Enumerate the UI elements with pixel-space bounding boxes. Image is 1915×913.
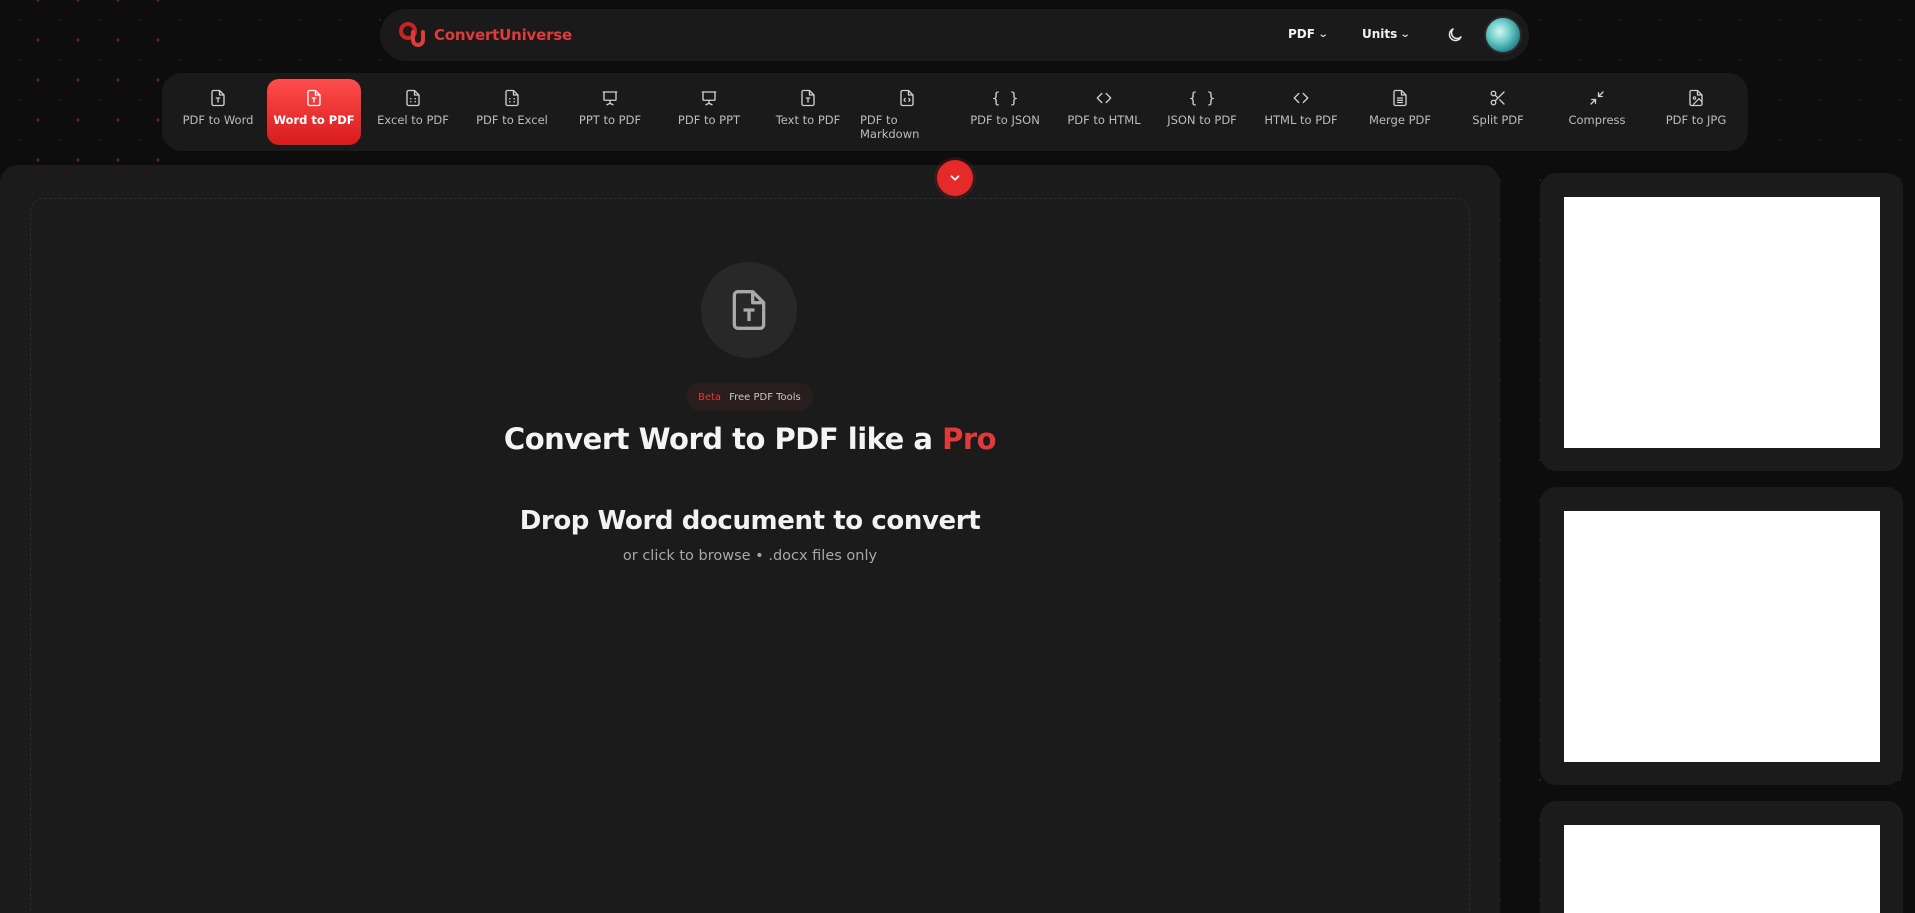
tool-label: PDF to HTML bbox=[1067, 113, 1141, 127]
units-menu-label: Units bbox=[1362, 27, 1398, 41]
code-icon bbox=[1293, 92, 1309, 104]
tool-excel-to-pdf[interactable]: Excel to PDF bbox=[366, 79, 460, 145]
preview-page[interactable] bbox=[1564, 825, 1880, 913]
headline-main: Convert Word to PDF like a bbox=[503, 422, 943, 456]
spreadsheet-icon bbox=[505, 89, 519, 107]
moon-icon[interactable] bbox=[1446, 26, 1464, 44]
tool-label: Merge PDF bbox=[1369, 113, 1431, 127]
tool-compress[interactable]: Compress bbox=[1550, 79, 1644, 145]
tool-label: JSON to PDF bbox=[1167, 113, 1237, 127]
tool-label: HTML to PDF bbox=[1264, 113, 1338, 127]
file-text-icon bbox=[307, 89, 321, 107]
collapse-button[interactable] bbox=[937, 160, 973, 196]
tool-pdf-to-jpg[interactable]: PDF to JPG bbox=[1649, 79, 1743, 145]
tool-label: Excel to PDF bbox=[377, 113, 449, 127]
tool-label: PDF to JPG bbox=[1665, 113, 1727, 127]
file-text-icon bbox=[801, 89, 815, 107]
tool-pdf-to-word[interactable]: PDF to Word bbox=[171, 79, 265, 145]
scissors-icon bbox=[1490, 90, 1505, 106]
braces-icon: { } bbox=[1188, 89, 1216, 107]
tool-label: PDF to Excel bbox=[476, 113, 548, 127]
tool-label: PDF to Markdown bbox=[860, 113, 920, 141]
tool-html-to-pdf[interactable]: HTML to PDF bbox=[1254, 79, 1348, 145]
preview-page[interactable] bbox=[1564, 197, 1880, 448]
tool-pdf-to-excel[interactable]: PDF to Excel bbox=[465, 79, 559, 145]
avatar[interactable] bbox=[1484, 16, 1522, 54]
file-text-icon bbox=[732, 290, 766, 330]
tool-split-pdf[interactable]: Split PDF bbox=[1451, 79, 1545, 145]
code-icon bbox=[1096, 92, 1112, 104]
tool-label: PDF to JSON bbox=[970, 113, 1040, 127]
tool-label: PPT to PDF bbox=[578, 113, 642, 127]
brand-logo[interactable]: ConvertUniverse bbox=[398, 20, 572, 50]
preview-card bbox=[1540, 801, 1903, 913]
drop-title: Drop Word document to convert bbox=[519, 506, 981, 536]
file-text-icon bbox=[211, 89, 225, 107]
tool-word-to-pdf[interactable]: Word to PDF bbox=[267, 79, 361, 145]
headline-accent: Pro bbox=[942, 422, 997, 456]
tool-label: Word to PDF bbox=[273, 113, 355, 127]
units-menu[interactable]: Units ⌄ bbox=[1362, 27, 1411, 41]
pdf-menu-label: PDF bbox=[1288, 27, 1315, 41]
decorative-dots bbox=[0, 0, 160, 165]
preview-page[interactable] bbox=[1564, 511, 1880, 762]
tool-label: PDF to Word bbox=[182, 113, 254, 127]
logo-icon bbox=[399, 22, 425, 47]
tool-pdf-to-html[interactable]: PDF to HTML bbox=[1057, 79, 1151, 145]
brand-name: ConvertUniverse bbox=[434, 26, 572, 44]
tool-merge-pdf[interactable]: Merge PDF bbox=[1353, 79, 1447, 145]
chevron-down-icon: ⌄ bbox=[1400, 28, 1411, 40]
preview-card bbox=[1540, 173, 1903, 471]
chevron-down-icon bbox=[950, 175, 960, 181]
drop-subtitle[interactable]: or click to browse • .docx files only bbox=[0, 548, 1500, 564]
tool-pdf-to-markdown[interactable]: PDF to Markdown bbox=[860, 79, 954, 145]
beta-badge: Beta Free PDF Tools bbox=[686, 383, 813, 411]
upload-file-icon-wrapper bbox=[701, 262, 797, 358]
badge-beta: Beta bbox=[698, 391, 722, 403]
compress-icon bbox=[1590, 91, 1604, 105]
presentation-icon bbox=[602, 91, 618, 106]
preview-card bbox=[1540, 487, 1903, 785]
file-image-icon bbox=[1689, 89, 1703, 107]
tool-pdf-to-json[interactable]: { } PDF to JSON bbox=[958, 79, 1052, 145]
braces-icon: { } bbox=[991, 89, 1019, 107]
tool-label: Text to PDF bbox=[775, 113, 841, 127]
presentation-icon bbox=[701, 91, 717, 106]
tool-pdf-to-ppt[interactable]: PDF to PPT bbox=[662, 79, 756, 145]
file-code-icon bbox=[900, 89, 914, 107]
pdf-menu[interactable]: PDF ⌄ bbox=[1288, 27, 1329, 41]
tool-label: Compress bbox=[1568, 113, 1626, 127]
page-title: Convert Word to PDF like a Pro bbox=[0, 422, 1500, 456]
tool-text-to-pdf[interactable]: Text to PDF bbox=[761, 79, 855, 145]
tool-label: PDF to PPT bbox=[677, 113, 741, 127]
chevron-down-icon: ⌄ bbox=[1317, 28, 1329, 40]
document-icon bbox=[1393, 89, 1407, 107]
tool-json-to-pdf[interactable]: { } JSON to PDF bbox=[1155, 79, 1249, 145]
tool-label: Split PDF bbox=[1472, 113, 1524, 127]
top-navbar: ConvertUniverse PDF ⌄ Units ⌄ bbox=[380, 9, 1529, 61]
badge-label: Free PDF Tools bbox=[729, 391, 801, 403]
spreadsheet-icon bbox=[406, 89, 420, 107]
tool-strip: PDF to Word Word to PDF Excel to PDF PDF… bbox=[162, 73, 1748, 151]
tool-ppt-to-pdf[interactable]: PPT to PDF bbox=[563, 79, 657, 145]
